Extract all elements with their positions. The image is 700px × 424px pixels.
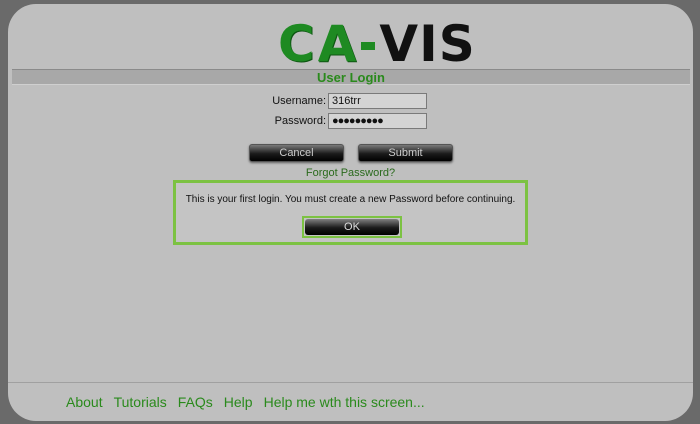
username-row: Username: 316trr [208,93,468,111]
footer-link-help[interactable]: Help [224,394,253,410]
forgot-password-link[interactable]: Forgot Password? [8,167,693,179]
footer-link-tutorials[interactable]: Tutorials [114,394,167,410]
login-panel: C A VIS User Login Username: 316trr Pass… [8,4,693,421]
submit-button[interactable]: Submit [358,144,453,162]
footer-link-about[interactable]: About [66,394,103,410]
footer-link-help-screen[interactable]: Help me wth this screen... [264,394,425,410]
password-label: Password: [274,115,326,127]
footer-divider [8,382,693,383]
logo-dash [361,42,376,50]
logo-c: C [278,15,316,73]
username-input[interactable]: 316trr [328,93,427,109]
password-row: Password: ●●●●●●●●● [208,113,468,131]
first-login-dialog: This is your first login. You must creat… [173,180,528,245]
footer-links: About Tutorials FAQs Help Help me wth th… [66,394,425,410]
password-input[interactable]: ●●●●●●●●● [328,113,427,129]
dialog-message: This is your first login. You must creat… [185,194,516,205]
cancel-button[interactable]: Cancel [249,144,344,162]
calvis-logo: C A VIS [278,18,476,70]
ok-button[interactable]: OK [305,219,399,235]
logo-a: A [317,15,358,73]
page-title: User Login [12,69,690,85]
footer-link-faqs[interactable]: FAQs [178,394,213,410]
username-label: Username: [272,95,326,107]
logo-vis: VIS [379,15,476,73]
ok-button-focus-ring: OK [302,216,402,238]
